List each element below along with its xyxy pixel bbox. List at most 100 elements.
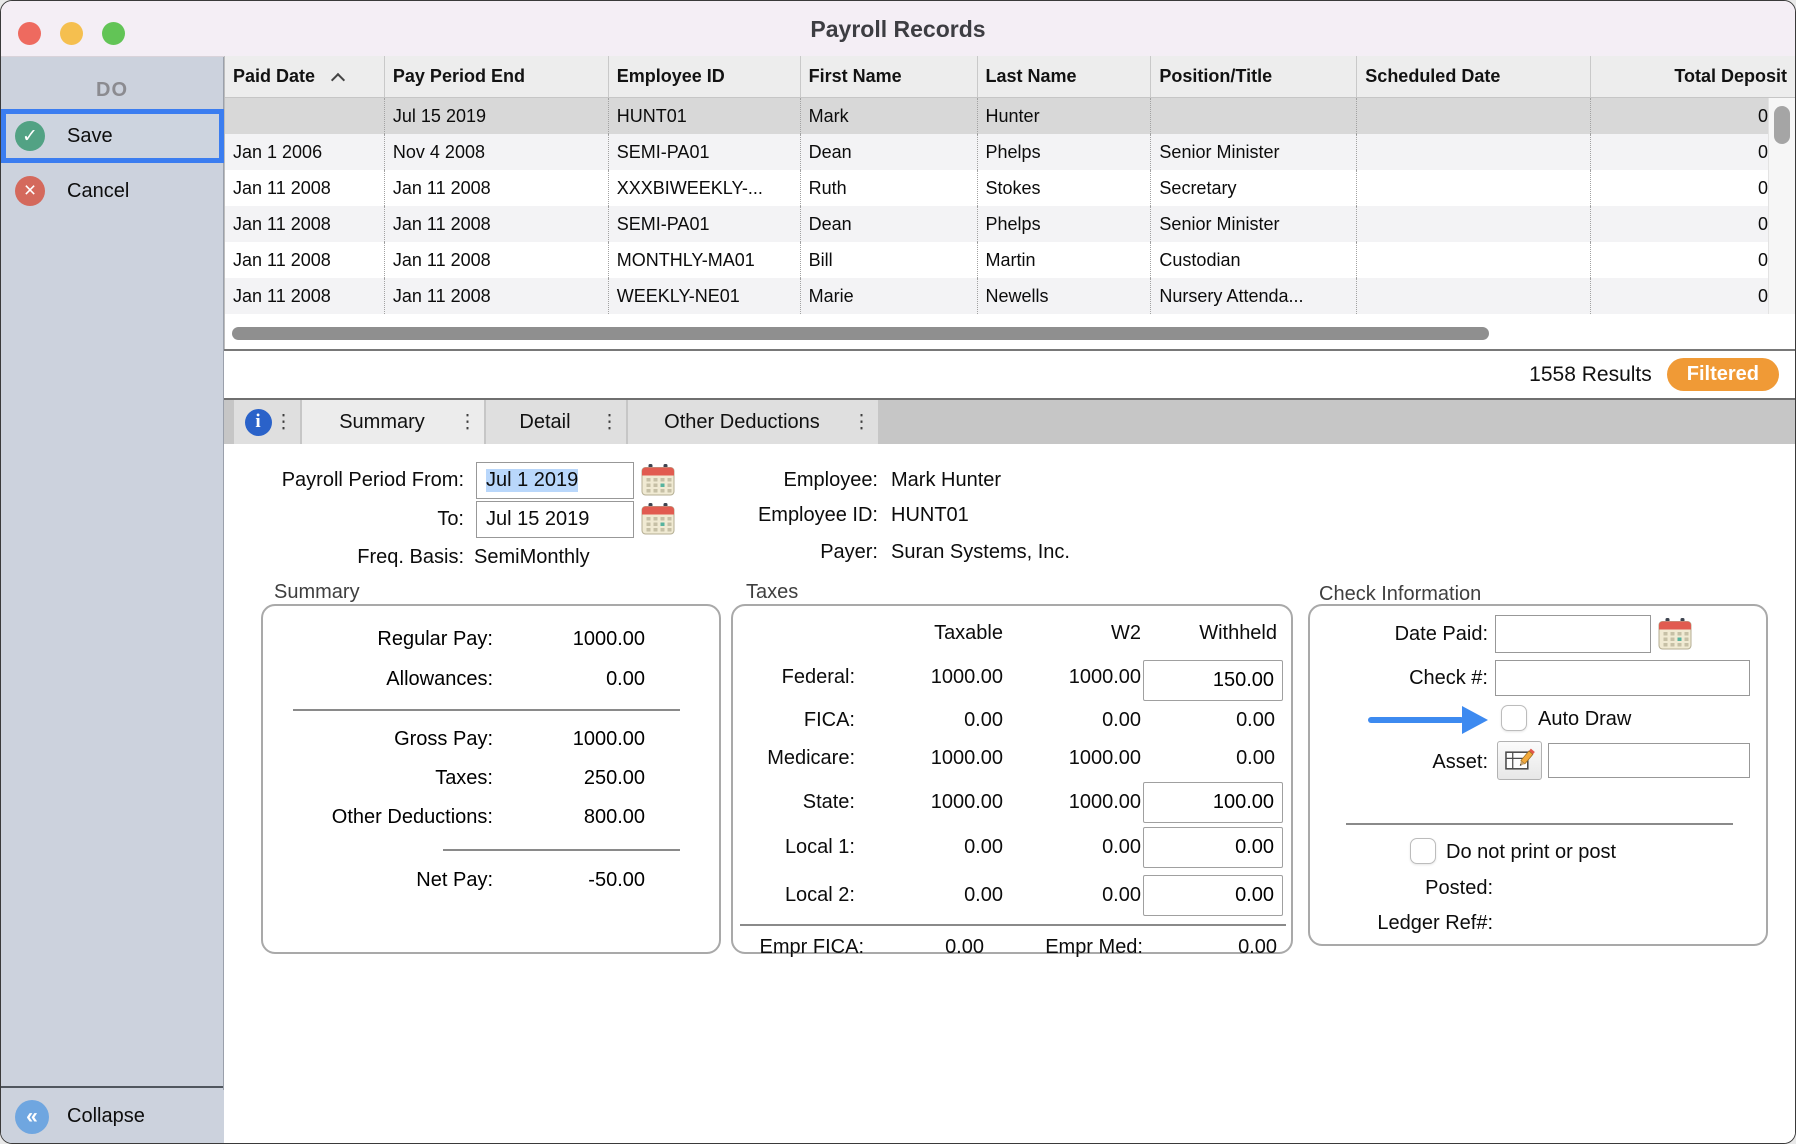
state-withheld-input[interactable]: 100.00 (1143, 782, 1283, 823)
column-header-last-name[interactable]: Last Name (978, 56, 1152, 97)
local1-withheld-value: 0.00 (1235, 836, 1274, 859)
column-header-first-name[interactable]: First Name (801, 56, 978, 97)
summary-tab-content: Payroll Period From: Jul 1 2019 To: Jul … (224, 444, 1795, 1143)
do-not-print-checkbox[interactable] (1410, 838, 1436, 864)
net-pay-value: -50.00 (493, 869, 645, 892)
calendar-picker-button[interactable] (1658, 618, 1692, 650)
check-number-input[interactable] (1495, 660, 1750, 696)
cell-pay-period-end: Nov 4 2008 (385, 134, 609, 170)
calendar-picker-button[interactable] (641, 464, 675, 496)
column-header-pay-period-end[interactable]: Pay Period End (385, 56, 609, 97)
cell-total-deposit: 0.00 (1591, 206, 1796, 242)
tab-label: Summary (339, 411, 425, 434)
check-info-divider (1346, 823, 1733, 825)
column-header-scheduled-date[interactable]: Scheduled Date (1357, 56, 1591, 97)
cell-last-name: Martin (978, 242, 1152, 278)
auto-draw-checkbox[interactable] (1501, 705, 1527, 731)
medicare-label: Medicare: (733, 747, 855, 770)
table-row[interactable]: Jan 11 2008 Jan 11 2008 MONTHLY-MA01 Bil… (225, 242, 1796, 278)
tab-detail[interactable]: Detail ⋮ (486, 400, 626, 444)
cell-paid-date: Jan 11 2008 (225, 206, 385, 242)
auto-draw-label: Auto Draw (1538, 708, 1631, 731)
save-button[interactable]: ✓ Save (1, 109, 224, 163)
collapse-button-label: Collapse (67, 1105, 145, 1128)
table-row[interactable]: Jan 11 2008 Jan 11 2008 WEEKLY-NE01 Mari… (225, 278, 1796, 314)
payer-label: Payer: (678, 541, 878, 564)
asset-lookup-button[interactable] (1497, 741, 1542, 780)
calendar-picker-button[interactable] (641, 503, 675, 535)
check-number-label: Check #: (1310, 667, 1488, 690)
column-header-employee-id[interactable]: Employee ID (609, 56, 801, 97)
local2-withheld-input[interactable]: 0.00 (1143, 875, 1283, 916)
vertical-scrollbar[interactable] (1768, 98, 1796, 314)
tab-label: Detail (519, 411, 570, 434)
check-info-group-title: Check Information (1319, 583, 1481, 606)
cell-pay-period-end: Jan 11 2008 (385, 242, 609, 278)
cell-position-title: Nursery Attenda... (1151, 278, 1357, 314)
state-w2: 1000.00 (1003, 791, 1141, 814)
payroll-period-from-input[interactable]: Jul 1 2019 (476, 462, 634, 499)
kebab-menu-icon[interactable]: ⋮ (852, 411, 871, 434)
payroll-period-to-label: To: (224, 508, 464, 531)
summary-row: Regular Pay: 1000.00 (263, 628, 719, 654)
tab-other-deductions[interactable]: Other Deductions ⋮ (628, 400, 878, 444)
table-row[interactable]: Jan 11 2008 Jan 11 2008 SEMI-PA01 Dean P… (225, 206, 1796, 242)
column-header-total-deposit[interactable]: Total Deposit (1591, 56, 1796, 97)
tab-info[interactable]: i ⋮ (234, 400, 300, 444)
medicare-w2: 1000.00 (1003, 747, 1141, 770)
horizontal-scrollbar-thumb[interactable] (232, 327, 1489, 340)
table-row[interactable]: Jul 15 2019 HUNT01 Mark Hunter 0.00 (225, 98, 1796, 134)
payroll-period-to-input[interactable]: Jul 15 2019 (476, 501, 634, 538)
cell-total-deposit: 0.00 (1591, 98, 1796, 134)
allowances-value: 0.00 (493, 668, 645, 691)
sort-ascending-icon (331, 72, 345, 86)
table-row[interactable]: Jan 11 2008 Jan 11 2008 XXXBIWEEKLY-... … (225, 170, 1796, 206)
collapse-sidebar-button[interactable]: « Collapse (1, 1090, 224, 1143)
results-count: 1558 Results (1529, 363, 1652, 387)
cell-position-title: Senior Minister (1151, 206, 1357, 242)
filtered-badge[interactable]: Filtered (1667, 358, 1779, 391)
taxable-column-header: Taxable (863, 622, 1003, 645)
date-paid-label: Date Paid: (1310, 623, 1488, 646)
cell-first-name: Bill (801, 242, 978, 278)
summary-divider (443, 849, 680, 851)
taxes-group-title: Taxes (746, 581, 798, 604)
empr-fica-value: 0.00 (864, 936, 984, 959)
column-header-paid-date[interactable]: Paid Date (225, 56, 385, 97)
vertical-scrollbar-thumb[interactable] (1774, 106, 1790, 144)
employee-id-label: Employee ID: (678, 504, 878, 527)
local2-taxable: 0.00 (863, 884, 1003, 907)
date-paid-input[interactable] (1495, 615, 1651, 653)
cell-employee-id: SEMI-PA01 (609, 206, 801, 242)
kebab-menu-icon[interactable]: ⋮ (600, 411, 619, 434)
tab-summary[interactable]: Summary ⋮ (302, 400, 484, 444)
cell-employee-id: WEEKLY-NE01 (609, 278, 801, 314)
asset-input[interactable] (1548, 743, 1750, 778)
kebab-menu-icon[interactable]: ⋮ (274, 411, 293, 434)
do-not-print-label: Do not print or post (1446, 841, 1616, 864)
sidebar-divider (1, 1086, 223, 1088)
summary-panel: Regular Pay: 1000.00 Allowances: 0.00 Gr… (261, 604, 721, 954)
local1-withheld-input[interactable]: 0.00 (1143, 827, 1283, 868)
federal-withheld-input[interactable]: 150.00 (1143, 660, 1283, 701)
column-header-position-title[interactable]: Position/Title (1151, 56, 1357, 97)
kebab-menu-icon[interactable]: ⋮ (458, 411, 477, 434)
regular-pay-value: 1000.00 (493, 628, 645, 651)
tab-bar: i ⋮ Summary ⋮ Detail ⋮ Other Deductions … (224, 398, 1795, 444)
taxes-divider (740, 924, 1286, 926)
gross-pay-value: 1000.00 (493, 728, 645, 751)
employee-label: Employee: (678, 469, 878, 492)
cell-scheduled-date (1357, 206, 1591, 242)
cell-scheduled-date (1357, 134, 1591, 170)
cancel-button[interactable]: × Cancel (1, 169, 224, 213)
fica-taxable: 0.00 (863, 709, 1003, 732)
payroll-records-window: Payroll Records DO ✓ Save × Cancel « Col… (0, 0, 1796, 1144)
employee-id-value: HUNT01 (891, 504, 969, 527)
sidebar-header: DO (1, 79, 223, 102)
ledger-pencil-icon (1504, 747, 1536, 774)
federal-label: Federal: (733, 666, 855, 689)
save-check-icon: ✓ (15, 121, 45, 151)
table-row[interactable]: Jan 1 2006 Nov 4 2008 SEMI-PA01 Dean Phe… (225, 134, 1796, 170)
federal-w2: 1000.00 (1003, 666, 1141, 689)
cell-last-name: Phelps (978, 206, 1152, 242)
